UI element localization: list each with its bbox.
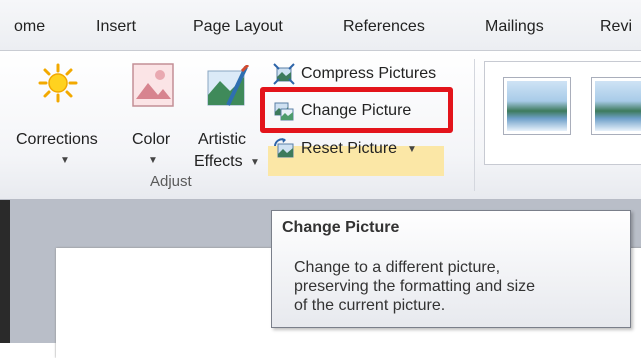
tooltip-line: of the current picture. [294, 297, 446, 314]
color-label: Color [132, 131, 171, 148]
tab-home[interactable]: ome [14, 18, 45, 36]
reset-picture-label: Reset Picture [301, 140, 398, 157]
color-dropdown-arrow: ▼ [148, 155, 158, 166]
corrections-dropdown-arrow: ▼ [60, 155, 70, 166]
picture-styles-gallery[interactable] [484, 61, 641, 165]
artistic-effects-button[interactable]: Artistic Effects ▼ [190, 59, 270, 170]
tooltip-line: Change to a different picture, [294, 259, 501, 276]
artistic-effects-label-2: Effects [194, 153, 243, 170]
adjust-group-label: Adjust [150, 173, 192, 190]
compress-pictures-button[interactable]: Compress Pictures [273, 61, 436, 87]
compress-pictures-icon [273, 63, 295, 85]
ribbon-tab-bar: ome Insert Page Layout References Mailin… [0, 0, 641, 51]
change-picture-highlight-box [260, 87, 453, 133]
change-picture-tooltip: Change Picture Change to a different pic… [271, 210, 631, 328]
sun-icon [38, 63, 78, 103]
artistic-effects-label: Artistic [198, 131, 246, 148]
window-left-edge [0, 200, 10, 343]
picture-style-thumb[interactable] [503, 77, 571, 135]
picture-style-thumb[interactable] [591, 77, 641, 135]
corrections-button[interactable]: Corrections ▼ [10, 59, 110, 169]
tab-insert[interactable]: Insert [96, 18, 136, 36]
group-separator [474, 59, 475, 191]
tab-review[interactable]: Revi [600, 18, 632, 36]
artistic-dropdown-arrow: ▼ [250, 157, 260, 168]
corrections-label: Corrections [16, 131, 98, 148]
tooltip-line: preserving the formatting and size [294, 278, 536, 295]
tooltip-description: Change to a different picture, preservin… [294, 258, 624, 315]
tab-page-layout[interactable]: Page Layout [193, 18, 283, 36]
ribbon-panel: Corrections ▼ Color ▼ Artistic Effects ▼… [0, 51, 641, 200]
tab-mailings[interactable]: Mailings [485, 18, 544, 36]
reset-dropdown-arrow: ▼ [407, 143, 417, 155]
compress-pictures-label: Compress Pictures [301, 65, 437, 82]
artistic-effects-icon [207, 65, 250, 106]
reset-picture-button[interactable]: Reset Picture ▼ [273, 136, 417, 162]
reset-picture-icon [274, 138, 294, 158]
color-picture-icon [132, 63, 174, 107]
tooltip-title: Change Picture [282, 219, 400, 236]
color-button[interactable]: Color ▼ [124, 59, 184, 169]
tab-references[interactable]: References [343, 18, 425, 36]
